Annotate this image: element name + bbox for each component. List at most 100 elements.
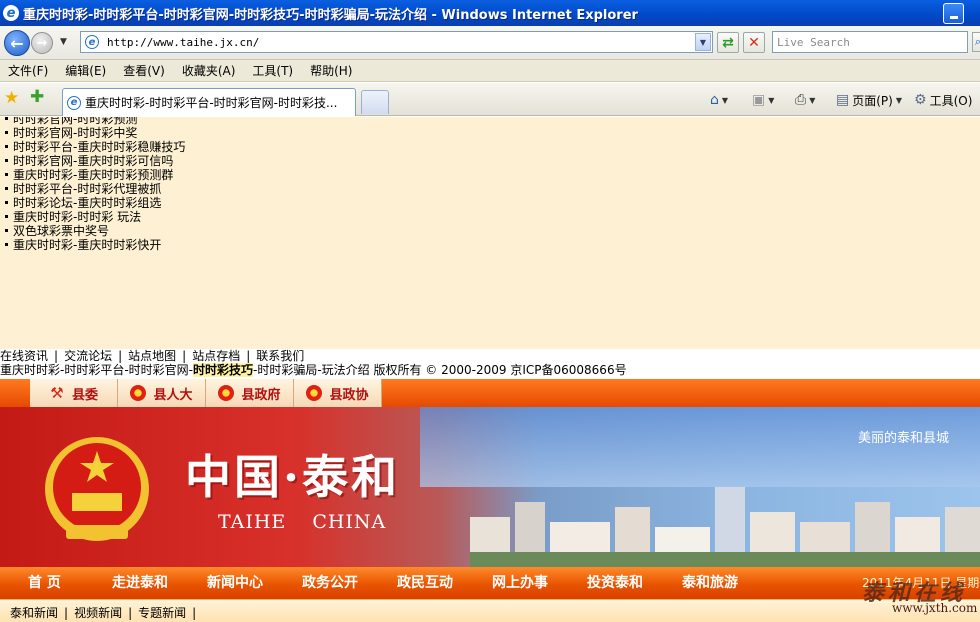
- nav-item-home[interactable]: 首 页: [28, 567, 61, 599]
- highlight-text: 时时彩技巧: [193, 363, 254, 377]
- print-button[interactable]: ⎙ ▼: [795, 91, 815, 109]
- nav-item-invest[interactable]: 投资泰和: [587, 567, 643, 599]
- home-button[interactable]: ⌂ ▼: [710, 91, 728, 109]
- footer-links: 在线资讯 | 交流论坛 | 站点地图 | 站点存档 | 联系我们: [0, 349, 305, 363]
- nav-item-tourism[interactable]: 泰和旅游: [682, 567, 738, 599]
- footer-link[interactable]: 站点地图: [128, 349, 176, 363]
- tools-menu-label: 工具(O): [929, 93, 973, 108]
- national-emblem-icon: [218, 385, 235, 401]
- feeds-button[interactable]: ▣ ▼: [752, 91, 774, 109]
- page-menu-label: 页面(P): [852, 93, 893, 108]
- list-item[interactable]: 重庆时时彩-时时彩 玩法: [3, 210, 185, 224]
- search-input[interactable]: Live Search: [772, 31, 968, 53]
- back-button[interactable]: ←: [4, 30, 30, 56]
- site-watermark: 泰和在线 www.jxth.com: [862, 575, 980, 622]
- gov-tab-government[interactable]: 县政府: [206, 379, 294, 407]
- recent-pages-dropdown[interactable]: ▼: [60, 37, 67, 47]
- menu-help[interactable]: 帮助(H): [310, 62, 352, 79]
- address-toolbar: ← → ▼ e http://www.taihe.jx.cn/ ▼ ⇄ ✕ Li…: [0, 26, 980, 60]
- nav-item-gov-affairs[interactable]: 政务公开: [302, 567, 358, 599]
- back-arrow-icon: ←: [10, 33, 24, 53]
- list-item[interactable]: 重庆时时彩-重庆时时彩预测群: [3, 168, 185, 182]
- home-icon: ⌂: [710, 92, 719, 108]
- search-button[interactable]: ⌕: [972, 32, 980, 52]
- print-icon: ⎙: [795, 92, 807, 108]
- menu-file[interactable]: 文件(F): [8, 62, 48, 79]
- tab-command-bar: ★ ✚ e 重庆时时彩-时时彩平台-时时彩官网-时时彩技... ⌂ ▼ ▣ ▼ ⎙ ▼…: [0, 83, 980, 116]
- search-placeholder: Live Search: [777, 35, 850, 49]
- banner-title-en: TAIHE CHINA: [218, 511, 387, 533]
- minimize-icon: [949, 16, 958, 19]
- banner-title-cn: 中国·泰和: [185, 450, 401, 504]
- list-item[interactable]: 时时彩官网-重庆时时彩可信吗: [3, 154, 185, 168]
- sub-nav: 泰和新闻 | 视频新闻 | 专题新闻 |: [0, 599, 980, 622]
- page-favicon-icon: e: [85, 35, 99, 49]
- sub-nav-link[interactable]: 视频新闻: [74, 606, 122, 620]
- main-nav: 首 页 走进泰和 新闻中心 政务公开 政民互动 网上办事 投资泰和 泰和旅游 2…: [0, 567, 980, 599]
- sub-nav-link[interactable]: 专题新闻: [138, 606, 186, 620]
- page-viewport: 时时彩官网-时时彩预测 时时彩官网-时时彩中奖 时时彩平台-重庆时时彩稳赚技巧 …: [0, 117, 980, 622]
- refresh-button[interactable]: ⇄: [717, 32, 739, 53]
- menu-favorites[interactable]: 收藏夹(A): [182, 62, 236, 79]
- link-list: 时时彩官网-时时彩预测 时时彩官网-时时彩中奖 时时彩平台-重庆时时彩稳赚技巧 …: [3, 117, 185, 252]
- search-icon: ⌕: [975, 35, 980, 49]
- banner: 中国·泰和 TAIHE CHINA 美丽的泰和县城: [0, 407, 980, 567]
- sub-nav-link[interactable]: 泰和新闻: [10, 606, 58, 620]
- banner-slogan: 美丽的泰和县城: [858, 431, 950, 446]
- url-text[interactable]: http://www.taihe.jx.cn/: [107, 36, 259, 49]
- gov-tab-county-committee[interactable]: ⚒ 县委: [30, 379, 118, 407]
- add-favorite-icon[interactable]: ✚: [30, 88, 44, 106]
- party-emblem-icon: ⚒: [50, 384, 64, 402]
- forward-button[interactable]: →: [31, 32, 53, 54]
- gov-tab-cppcc[interactable]: 县政协: [294, 379, 382, 407]
- national-emblem-image: [45, 437, 149, 541]
- window-title-bar: e 重庆时时彩-时时彩平台-时时彩官网-时时彩技巧-时时彩骗局-玩法介绍 - W…: [0, 0, 980, 26]
- tab-favicon-icon: e: [67, 95, 81, 110]
- refresh-icon: ⇄: [722, 34, 734, 51]
- link-panel: 时时彩官网-时时彩预测 时时彩官网-时时彩中奖 时时彩平台-重庆时时彩稳赚技巧 …: [0, 117, 980, 349]
- page-icon: ▤: [836, 92, 850, 108]
- list-item[interactable]: 时时彩官网-时时彩中奖: [3, 126, 185, 140]
- menu-view[interactable]: 查看(V): [123, 62, 165, 79]
- nav-item-about[interactable]: 走进泰和: [112, 567, 168, 599]
- list-item[interactable]: 时时彩平台-时时彩代理被抓: [3, 182, 185, 196]
- page-menu-button[interactable]: ▤ 页面(P) ▼: [836, 91, 902, 109]
- list-item[interactable]: 时时彩论坛-重庆时时彩组选: [3, 196, 185, 210]
- footer-link[interactable]: 交流论坛: [64, 349, 112, 363]
- footer-link[interactable]: 在线资讯: [0, 349, 48, 363]
- list-item[interactable]: 时时彩官网-时时彩预测: [3, 117, 185, 126]
- gov-tabs: ⚒ 县委 县人大 县政府 县政协: [30, 379, 382, 407]
- national-emblem-icon: [130, 385, 147, 401]
- new-tab-button[interactable]: [361, 90, 389, 114]
- cppcc-emblem-icon: [306, 385, 323, 401]
- gov-tab-peoples-congress[interactable]: 县人大: [118, 379, 206, 407]
- tab-label: 重庆时时彩-时时彩平台-时时彩官网-时时彩技...: [85, 96, 338, 110]
- nav-item-news[interactable]: 新闻中心: [207, 567, 263, 599]
- tab-active[interactable]: e 重庆时时彩-时时彩平台-时时彩官网-时时彩技...: [62, 88, 356, 116]
- forward-arrow-icon: →: [36, 35, 48, 51]
- address-field[interactable]: e http://www.taihe.jx.cn/ ▼: [80, 31, 713, 53]
- menu-tools[interactable]: 工具(T): [252, 62, 293, 79]
- list-item[interactable]: 重庆时时彩-重庆时时彩快开: [3, 238, 185, 252]
- nav-item-online-service[interactable]: 网上办事: [492, 567, 548, 599]
- list-item[interactable]: 时时彩平台-重庆时时彩稳赚技巧: [3, 140, 185, 154]
- gear-icon: ⚙: [914, 92, 927, 108]
- menu-edit[interactable]: 编辑(E): [65, 62, 106, 79]
- footer-link[interactable]: 联系我们: [256, 349, 304, 363]
- ie-logo-icon: e: [3, 5, 19, 21]
- minimize-button[interactable]: [943, 3, 964, 24]
- favorites-star-icon[interactable]: ★: [4, 89, 19, 107]
- footer-link[interactable]: 站点存档: [192, 349, 240, 363]
- menu-bar: 文件(F) 编辑(E) 查看(V) 收藏夹(A) 工具(T) 帮助(H): [0, 60, 980, 82]
- address-dropdown-button[interactable]: ▼: [695, 33, 711, 51]
- list-item[interactable]: 双色球彩票中奖号: [3, 224, 185, 238]
- gov-nav-strip: ⚒ 县委 县人大 县政府 县政协: [0, 379, 980, 407]
- watermark-url: www.jxth.com: [892, 601, 978, 615]
- stop-icon: ✕: [748, 34, 760, 51]
- window-title: 重庆时时彩-时时彩平台-时时彩官网-时时彩技巧-时时彩骗局-玩法介绍 - Win…: [23, 7, 638, 23]
- tools-menu-button[interactable]: ⚙ 工具(O): [914, 91, 972, 109]
- stop-button[interactable]: ✕: [743, 32, 765, 53]
- copyright-line: 重庆时时彩-时时彩平台-时时彩官网-时时彩技巧-时时彩骗局-玩法介绍 版权所有 …: [0, 363, 627, 377]
- nav-item-interaction[interactable]: 政民互动: [397, 567, 453, 599]
- feeds-icon: ▣: [752, 92, 766, 108]
